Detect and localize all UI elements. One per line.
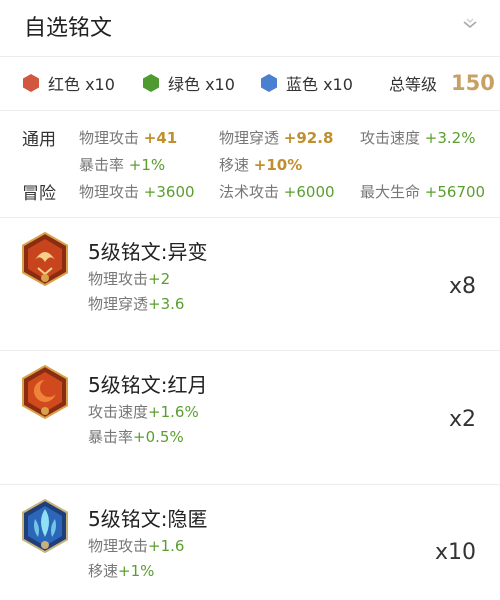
stat-name: 物理穿透 bbox=[219, 129, 280, 147]
general-stat: 攻击速度 +3.2% bbox=[360, 127, 475, 148]
attr-value: +0.5% bbox=[133, 428, 184, 446]
rune-quantity: x8 bbox=[448, 274, 476, 299]
adventure-stat: 物理攻击 +3600 bbox=[79, 181, 195, 202]
green-hexagon-icon bbox=[143, 74, 159, 92]
attr-name: 暴击率 bbox=[88, 428, 134, 446]
rune-list-item[interactable]: 5级铭文:隐匿 物理攻击+1.6 移速+1% x10 bbox=[0, 485, 500, 600]
attr-value: +3.6 bbox=[148, 295, 185, 313]
collapse-chevron-icon[interactable] bbox=[462, 16, 478, 32]
rune-name: 5级铭文:异变 bbox=[88, 240, 208, 264]
total-level: 总等级 150 bbox=[389, 71, 495, 95]
stat-name: 物理攻击 bbox=[79, 183, 140, 201]
attr-name: 物理攻击 bbox=[88, 537, 149, 555]
stat-name: 暴击率 bbox=[79, 156, 125, 174]
rune-name: 5级铭文:红月 bbox=[88, 373, 208, 397]
red-hexagon-icon bbox=[23, 74, 39, 92]
attr-value: +1.6 bbox=[148, 537, 185, 555]
total-level-label: 总等级 bbox=[389, 75, 438, 94]
general-label: 通用 bbox=[22, 130, 56, 150]
rune-attribute: 移速+1% bbox=[88, 560, 154, 581]
stat-name: 移速 bbox=[219, 156, 250, 174]
stat-value: +56700 bbox=[424, 183, 486, 201]
red-rune-icon bbox=[22, 232, 68, 286]
rune-attribute: 暴击率+0.5% bbox=[88, 426, 184, 447]
attr-value: +2 bbox=[148, 270, 171, 288]
green-count: 绿色 x10 bbox=[142, 72, 235, 94]
stat-name: 物理攻击 bbox=[79, 129, 140, 147]
red-moon-rune-icon bbox=[22, 365, 68, 419]
stat-value: +10% bbox=[253, 156, 303, 174]
blue-rune-icon bbox=[22, 499, 68, 553]
stat-value: +92.8 bbox=[283, 129, 334, 147]
adventure-stat: 法术攻击 +6000 bbox=[219, 181, 335, 202]
attr-name: 移速 bbox=[88, 562, 119, 580]
green-count-label: 绿色 x10 bbox=[168, 75, 235, 94]
general-stat: 移速 +10% bbox=[219, 154, 302, 175]
total-level-value: 150 bbox=[451, 71, 495, 95]
page-header: 自选铭文 bbox=[0, 0, 500, 54]
attr-value: +1% bbox=[118, 562, 155, 580]
adventure-stat: 最大生命 +56700 bbox=[360, 181, 485, 202]
stat-value: +3.2% bbox=[424, 129, 476, 147]
stat-name: 最大生命 bbox=[360, 183, 421, 201]
stat-name: 攻击速度 bbox=[360, 129, 421, 147]
rune-attribute: 物理攻击+1.6 bbox=[88, 535, 184, 556]
rune-quantity: x2 bbox=[448, 407, 476, 432]
blue-count: 蓝色 x10 bbox=[260, 72, 353, 94]
attr-name: 攻击速度 bbox=[88, 403, 149, 421]
red-count-label: 红色 x10 bbox=[48, 75, 115, 94]
general-stat: 物理攻击 +41 bbox=[79, 127, 177, 148]
color-summary: 红色 x10 绿色 x10 蓝色 x10 总等级 150 bbox=[0, 60, 500, 106]
rune-list-item[interactable]: 5级铭文:异变 物理攻击+2 物理穿透+3.6 x8 bbox=[0, 218, 500, 348]
rune-attribute: 物理穿透+3.6 bbox=[88, 293, 184, 314]
rune-name: 5级铭文:隐匿 bbox=[88, 507, 208, 531]
attr-name: 物理穿透 bbox=[88, 295, 149, 313]
page-title: 自选铭文 bbox=[24, 16, 113, 41]
general-stat: 物理穿透 +92.8 bbox=[219, 127, 333, 148]
divider bbox=[0, 56, 500, 57]
stat-name: 法术攻击 bbox=[219, 183, 280, 201]
attr-value: +1.6% bbox=[148, 403, 199, 421]
stat-value: +6000 bbox=[283, 183, 335, 201]
adventure-label: 冒险 bbox=[22, 184, 56, 204]
rune-quantity: x10 bbox=[434, 540, 476, 565]
general-stat: 暴击率 +1% bbox=[79, 154, 165, 175]
red-count: 红色 x10 bbox=[22, 72, 115, 94]
stat-value: +1% bbox=[128, 156, 166, 174]
rune-list-item[interactable]: 5级铭文:红月 攻击速度+1.6% 暴击率+0.5% x2 bbox=[0, 351, 500, 481]
blue-count-label: 蓝色 x10 bbox=[286, 75, 353, 94]
rune-attribute: 物理攻击+2 bbox=[88, 268, 170, 289]
attr-name: 物理攻击 bbox=[88, 270, 149, 288]
stat-value: +41 bbox=[143, 129, 178, 147]
stat-value: +3600 bbox=[143, 183, 195, 201]
attribute-summary: 通用 冒险 物理攻击 +41 物理穿透 +92.8 攻击速度 +3.2% 暴击率… bbox=[0, 115, 500, 215]
divider bbox=[0, 110, 500, 111]
blue-hexagon-icon bbox=[261, 74, 277, 92]
rune-attribute: 攻击速度+1.6% bbox=[88, 401, 199, 422]
